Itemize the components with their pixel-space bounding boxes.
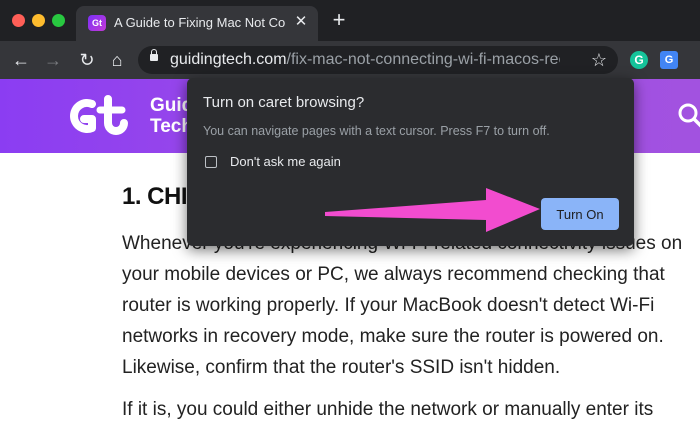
new-tab-button[interactable]: + [328, 9, 350, 32]
dialog-message: You can navigate pages with a text curso… [203, 124, 550, 138]
guidingtech-logo-icon[interactable] [62, 95, 138, 137]
caret-browsing-dialog: Turn on caret browsing? You can navigate… [187, 78, 634, 246]
dont-ask-again-label[interactable]: Don't ask me again [230, 154, 341, 169]
paragraph-line: router is working properly. If your MacB… [122, 295, 655, 316]
url-path: /fix-mac-not-connecting-wi-fi-macos-rec.… [286, 51, 560, 68]
article-paragraph-next: If it is, you could either unhide the ne… [122, 399, 654, 420]
tab-strip: Gt A Guide to Fixing Mac Not Conn ✕ + [0, 0, 700, 41]
browser-toolbar: ← → ↻ ⌂ guidingtech.com/fix-mac-not-conn… [0, 41, 700, 79]
address-bar[interactable]: guidingtech.com/fix-mac-not-connecting-w… [138, 46, 618, 74]
home-icon[interactable]: ⌂ [106, 49, 128, 71]
grammarly-extension-icon[interactable]: G [630, 51, 648, 69]
back-arrow-icon[interactable]: ← [10, 49, 32, 71]
translate-extension-icon[interactable]: G [660, 51, 678, 69]
dialog-title: Turn on caret browsing? [203, 94, 365, 111]
bookmark-star-icon[interactable]: ☆ [588, 49, 610, 71]
lock-icon[interactable] [150, 49, 158, 61]
paragraph-line: networks in recovery mode, make sure the… [122, 326, 664, 347]
paragraph-line: your mobile devices or PC, we always rec… [122, 264, 665, 285]
article-paragraph: Whenever you're experiencing Wi-Fi-relat… [122, 228, 700, 383]
forward-arrow-icon[interactable]: → [42, 49, 64, 71]
tab-title: A Guide to Fixing Mac Not Conn [114, 15, 286, 30]
window-minimize-button[interactable] [32, 14, 45, 27]
tab-active[interactable]: Gt A Guide to Fixing Mac Not Conn ✕ [76, 6, 318, 41]
paragraph-line: Likewise, confirm that the router's SSID… [122, 357, 561, 378]
window-maximize-button[interactable] [52, 14, 65, 27]
article-heading: 1. CHI [122, 183, 188, 210]
tab-close-icon[interactable]: ✕ [292, 13, 310, 31]
window-close-button[interactable] [12, 14, 25, 27]
url-text[interactable]: guidingtech.com/fix-mac-not-connecting-w… [170, 51, 560, 69]
reload-icon[interactable]: ↻ [76, 49, 98, 71]
turn-on-button[interactable]: Turn On [541, 198, 619, 230]
search-icon[interactable] [676, 101, 700, 131]
dont-ask-again-checkbox[interactable] [205, 156, 217, 168]
url-host: guidingtech.com [170, 51, 287, 68]
guidingtech-favicon-icon: Gt [88, 15, 106, 31]
